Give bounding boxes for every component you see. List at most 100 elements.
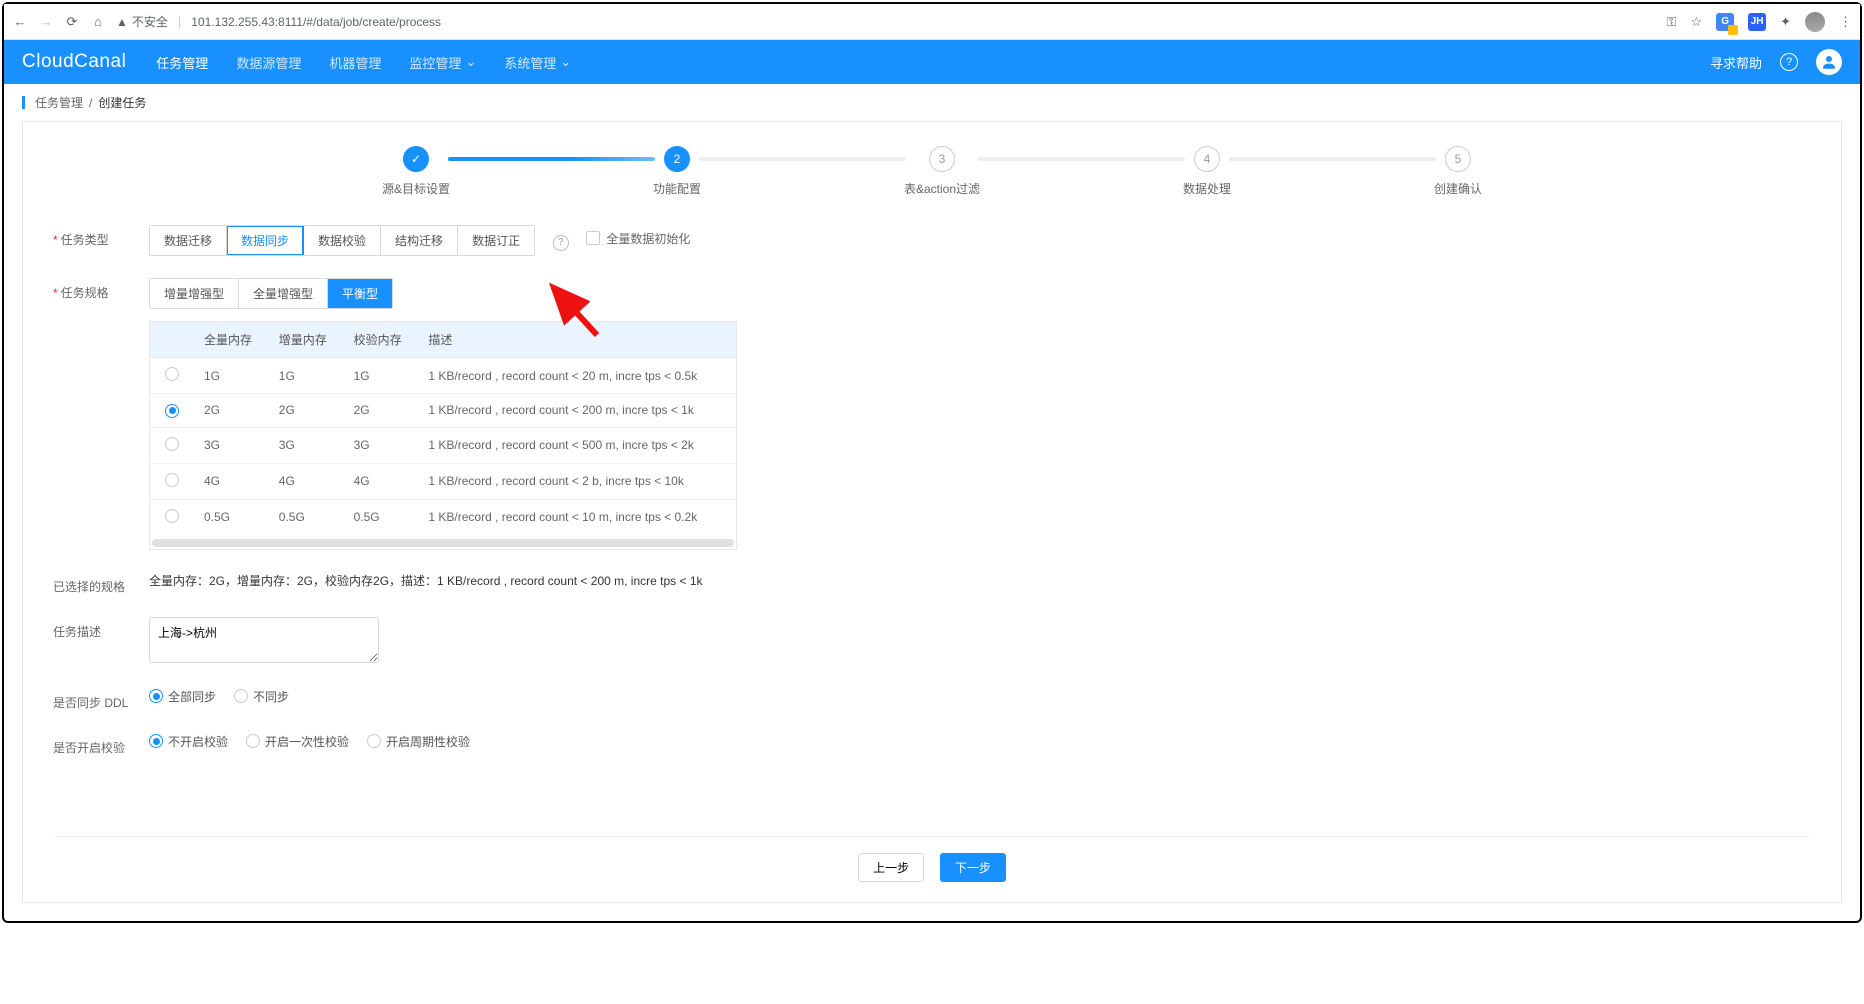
profile-avatar[interactable] (1805, 12, 1825, 32)
main-panel: ✓源&目标设置2功能配置3表&action过滤4数据处理5创建确认 *任务类型 … (22, 121, 1842, 903)
step-indicator: ✓源&目标设置2功能配置3表&action过滤4数据处理5创建确认 (382, 146, 1482, 197)
cell-full: 3G (194, 427, 269, 463)
next-button[interactable]: 下一步 (940, 853, 1006, 882)
chevron-down-icon: ⌄ (560, 54, 571, 70)
cell-full: 0.5G (194, 499, 269, 535)
prev-button[interactable]: 上一步 (858, 853, 924, 882)
crumb-root[interactable]: 任务管理 (35, 94, 83, 111)
step-circle: 3 (929, 146, 955, 172)
breadcrumb: 任务管理 / 创建任务 (4, 84, 1860, 121)
sync-ddl-label: 是否同步 DDL (53, 696, 128, 710)
radio-label: 开启一次性校验 (265, 733, 349, 750)
selected-spec-label: 已选择的规格 (53, 580, 125, 594)
task-spec-label: 任务规格 (61, 286, 109, 300)
cell-desc: 1 KB/record , record count < 200 m, incr… (418, 394, 736, 428)
translate-icon[interactable]: G (1716, 13, 1734, 31)
selected-spec-value: 全量内存：2G，增量内存：2G，校验内存2G，描述：1 KB/record , … (149, 574, 703, 588)
table-row[interactable]: 4G4G4G1 KB/record , record count < 2 b, … (150, 463, 736, 499)
ddl-radios-option-1[interactable]: 不同步 (234, 688, 289, 705)
table-row[interactable]: 3G3G3G1 KB/record , record count < 500 m… (150, 427, 736, 463)
radio-label: 不开启校验 (168, 733, 228, 750)
radio-icon (246, 734, 260, 748)
radio-icon[interactable] (165, 509, 179, 523)
cell-chk: 3G (344, 427, 419, 463)
radio-icon[interactable] (165, 367, 179, 381)
radio-icon (234, 689, 248, 703)
home-icon[interactable]: ⌂ (90, 14, 106, 30)
step-line (448, 157, 655, 161)
table-header: 描述 (418, 322, 736, 358)
back-icon[interactable]: ← (12, 14, 28, 30)
cell-incr: 3G (269, 427, 344, 463)
task-spec-segment: 增量增强型全量增强型平衡型 (149, 278, 393, 309)
verify-radios-option-0[interactable]: 不开启校验 (149, 733, 228, 750)
ddl-radios-option-0[interactable]: 全部同步 (149, 688, 216, 705)
checkbox-icon (586, 231, 600, 245)
radio-label: 不同步 (253, 688, 289, 705)
extensions-icon[interactable]: ✦ (1780, 14, 1791, 30)
task-type-option-1[interactable]: 数据同步 (227, 226, 304, 255)
task-type-option-4[interactable]: 数据订正 (458, 226, 534, 255)
task-desc-input[interactable]: 上海->杭州 (149, 617, 379, 663)
help-link[interactable]: 寻求帮助 (1710, 53, 1762, 72)
cell-full: 2G (194, 394, 269, 428)
nav-item-2[interactable]: 机器管理 (329, 53, 381, 72)
help-icon[interactable]: ? (1780, 53, 1798, 71)
cell-desc: 1 KB/record , record count < 2 b, incre … (418, 463, 736, 499)
extension-icon[interactable]: JH (1748, 13, 1766, 31)
cell-incr: 1G (269, 358, 344, 394)
nav-item-3[interactable]: 监控管理⌄ (409, 53, 476, 72)
radio-icon[interactable] (165, 473, 179, 487)
task-type-option-0[interactable]: 数据迁移 (150, 226, 227, 255)
nav-item-1[interactable]: 数据源管理 (236, 53, 301, 72)
sync-ddl-radios: 全部同步 不同步 (149, 688, 1811, 705)
task-spec-option-2[interactable]: 平衡型 (328, 279, 392, 308)
step-label: 数据处理 (1183, 180, 1231, 197)
key-icon[interactable]: ⚿ (1667, 14, 1677, 30)
task-spec-option-1[interactable]: 全量增强型 (239, 279, 328, 308)
radio-label: 开启周期性校验 (386, 733, 470, 750)
step-circle: 5 (1445, 146, 1471, 172)
table-header: 全量内存 (194, 322, 269, 358)
help-icon[interactable]: ? (553, 235, 569, 251)
menu-icon[interactable]: ⋮ (1839, 14, 1852, 30)
cell-chk: 0.5G (344, 499, 419, 535)
init-full-data-label: 全量数据初始化 (606, 230, 690, 247)
nav-item-4[interactable]: 系统管理⌄ (504, 53, 571, 72)
radio-icon[interactable] (165, 437, 179, 451)
table-row[interactable]: 2G2G2G1 KB/record , record count < 200 m… (150, 394, 736, 428)
cell-desc: 1 KB/record , record count < 10 m, incre… (418, 499, 736, 535)
step-circle: ✓ (403, 146, 429, 172)
cell-full: 4G (194, 463, 269, 499)
scrollbar[interactable] (152, 539, 734, 547)
table-row[interactable]: 0.5G0.5G0.5G1 KB/record , record count <… (150, 499, 736, 535)
task-desc-label: 任务描述 (53, 625, 101, 639)
radio-icon[interactable] (165, 404, 179, 418)
step-label: 创建确认 (1434, 180, 1482, 197)
cell-chk: 2G (344, 394, 419, 428)
radio-icon (149, 734, 163, 748)
user-avatar[interactable] (1816, 49, 1842, 75)
step-3: 4数据处理 (1183, 146, 1231, 197)
crumb-current: 创建任务 (98, 94, 146, 111)
nav-item-0[interactable]: 任务管理 (156, 53, 208, 72)
star-icon[interactable]: ☆ (1690, 14, 1702, 30)
step-0: ✓源&目标设置 (382, 146, 450, 197)
task-spec-option-0[interactable]: 增量增强型 (150, 279, 239, 308)
address-url[interactable]: 101.132.255.43:8111/#/data/job/create/pr… (191, 15, 441, 29)
insecure-label: 不安全 (132, 13, 168, 30)
enable-verify-radios: 不开启校验 开启一次性校验 开启周期性校验 (149, 733, 1811, 750)
reload-icon[interactable]: ⟳ (64, 14, 80, 30)
table-header: 增量内存 (269, 322, 344, 358)
step-line (1229, 157, 1436, 161)
init-full-data-checkbox[interactable]: 全量数据初始化 (586, 230, 690, 247)
task-type-label: 任务类型 (61, 233, 109, 247)
verify-radios-option-2[interactable]: 开启周期性校验 (367, 733, 470, 750)
insecure-badge: ▲ 不安全 (116, 13, 168, 30)
table-row[interactable]: 1G1G1G1 KB/record , record count < 20 m,… (150, 358, 736, 394)
cell-incr: 4G (269, 463, 344, 499)
forward-icon[interactable]: → (38, 14, 54, 30)
task-type-option-2[interactable]: 数据校验 (304, 226, 381, 255)
task-type-option-3[interactable]: 结构迁移 (381, 226, 458, 255)
verify-radios-option-1[interactable]: 开启一次性校验 (246, 733, 349, 750)
